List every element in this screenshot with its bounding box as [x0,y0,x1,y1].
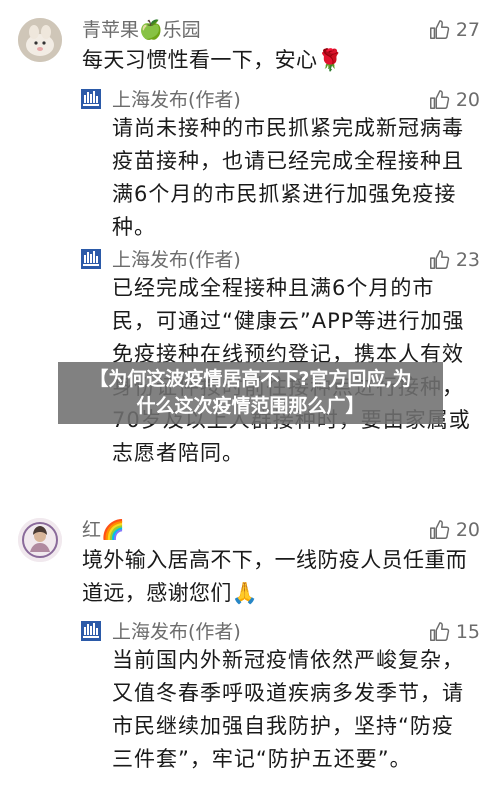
like-count: 20 [455,89,480,111]
reply-author[interactable]: 上海发布(作者) [112,620,241,644]
thumbs-up-icon [429,20,450,39]
thumbs-up-icon [429,520,450,539]
avatar[interactable] [18,518,62,562]
like-count: 23 [455,249,480,271]
user-avatar-icon [18,518,62,562]
comment-text: 每天习惯性看一下，安心🌹 [82,48,344,72]
thumbs-up-icon [429,90,450,109]
comment-text: 境外输入居高不下，一线防疫人员任重而道远，感谢您们🙏 [82,548,468,605]
reply-author[interactable]: 上海发布(作者) [112,88,241,112]
shanghai-fabu-logo-icon [81,89,101,109]
banner-line-2: 什么这次疫情范围那么广】 [136,395,365,417]
reply-author[interactable]: 上海发布(作者) [112,248,241,272]
thumbs-up-icon [429,250,450,269]
reply-text: 当前国内外新冠疫情依然严峻复杂，又值冬春季呼吸道疾病多发季节，请市民继续加强自我… [112,648,464,771]
like-button[interactable]: 15 [428,620,480,644]
user-avatar-icon [18,18,62,62]
like-count: 27 [455,19,480,41]
headline-banner[interactable]: 【为何这波疫情居高不下?官方回应,为 什么这次疫情范围那么广】 [58,362,443,424]
like-count: 20 [455,519,480,541]
shanghai-fabu-logo-icon [81,249,101,269]
like-button[interactable]: 27 [428,18,480,42]
thumbs-up-icon [429,622,450,641]
reply-text: 请尚未接种的市民抓紧完成新冠病毒疫苗接种，也请已经完成全程接种且满6个月的市民抓… [112,116,464,239]
like-button[interactable]: 20 [428,518,480,542]
like-button[interactable]: 23 [428,248,480,272]
like-count: 15 [455,621,480,643]
shanghai-fabu-logo-icon [81,621,101,641]
comment-username[interactable]: 红🌈 [82,518,125,542]
banner-line-1: 【为何这波疫情居高不下?官方回应,为 [89,368,412,390]
avatar[interactable] [18,18,62,62]
like-button[interactable]: 20 [428,88,480,112]
comment-username[interactable]: 青苹果🍏乐园 [82,18,201,42]
